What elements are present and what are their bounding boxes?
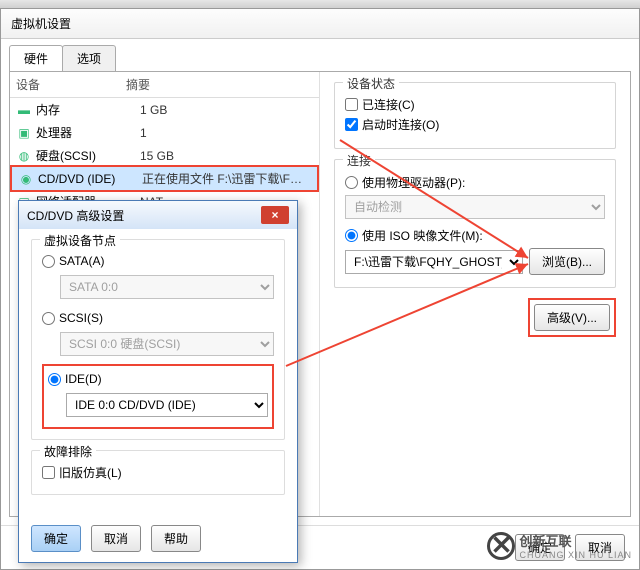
device-settings-panel: 设备状态 已连接(C) 启动时连接(O) 连接 使用物理驱动器(P): 自动检测… <box>320 72 630 516</box>
device-status-group: 设备状态 已连接(C) 启动时连接(O) <box>334 82 616 149</box>
sub-ok-button[interactable]: 确定 <box>31 525 81 552</box>
sata-radio[interactable]: SATA(A) <box>42 254 274 268</box>
scsi-select[interactable]: SCSI 0:0 硬盘(SCSI) <box>60 332 274 356</box>
connected-checkbox[interactable]: 已连接(C) <box>345 96 605 113</box>
virtual-device-node-group: 虚拟设备节点 SATA(A) SATA 0:0 SCSI(S) SCSI 0:0… <box>31 239 285 440</box>
memory-icon: ▬ <box>16 102 32 118</box>
advanced-button[interactable]: 高级(V)... <box>534 304 610 331</box>
scsi-radio[interactable]: SCSI(S) <box>42 311 274 325</box>
legacy-emulation-checkbox[interactable]: 旧版仿真(L) <box>42 464 274 481</box>
cpu-icon: ▣ <box>16 125 32 141</box>
iso-path-select[interactable]: F:\迅雷下载\FQHY_GHOST_ <box>345 250 523 274</box>
connect-on-poweron-checkbox[interactable]: 启动时连接(O) <box>345 116 605 133</box>
tab-hardware[interactable]: 硬件 <box>9 45 63 71</box>
col-device: 设备 <box>16 76 126 93</box>
cd-icon: ◉ <box>18 171 34 187</box>
ide-radio[interactable]: IDE(D) <box>48 372 268 386</box>
ide-select[interactable]: IDE 0:0 CD/DVD (IDE) <box>66 393 268 417</box>
use-physical-radio[interactable]: 使用物理驱动器(P): <box>345 174 605 191</box>
watermark-logo: ✕ 创新互联 CHUANG XIN HU LIAN <box>487 531 632 560</box>
list-item[interactable]: ◍ 硬盘(SCSI) 15 GB <box>10 144 319 167</box>
tab-options[interactable]: 选项 <box>62 45 116 71</box>
dialog-title: 虚拟机设置 <box>1 9 639 39</box>
troubleshoot-group: 故障排除 旧版仿真(L) <box>31 450 285 495</box>
close-icon[interactable]: × <box>261 206 289 224</box>
advanced-settings-dialog: CD/DVD 高级设置 × 虚拟设备节点 SATA(A) SATA 0:0 SC… <box>18 200 298 563</box>
browse-button[interactable]: 浏览(B)... <box>529 248 605 275</box>
sata-select[interactable]: SATA 0:0 <box>60 275 274 299</box>
logo-icon: ✕ <box>487 532 515 560</box>
sub-cancel-button[interactable]: 取消 <box>91 525 141 552</box>
connection-group: 连接 使用物理驱动器(P): 自动检测 使用 ISO 映像文件(M): F:\迅… <box>334 159 616 288</box>
list-item[interactable]: ▬ 内存 1 GB <box>10 98 319 121</box>
sub-help-button[interactable]: 帮助 <box>151 525 201 552</box>
tabs: 硬件 选项 <box>9 45 639 71</box>
col-summary: 摘要 <box>126 76 313 93</box>
list-item[interactable]: ▣ 处理器 1 <box>10 121 319 144</box>
list-item-cddvd[interactable]: ◉ CD/DVD (IDE) 正在使用文件 F:\迅雷下载\FQHY... <box>10 165 319 192</box>
use-iso-radio[interactable]: 使用 ISO 映像文件(M): <box>345 227 605 244</box>
physical-drive-select[interactable]: 自动检测 <box>345 195 605 219</box>
sub-dialog-title: CD/DVD 高级设置 <box>27 207 124 224</box>
disk-icon: ◍ <box>16 148 32 164</box>
